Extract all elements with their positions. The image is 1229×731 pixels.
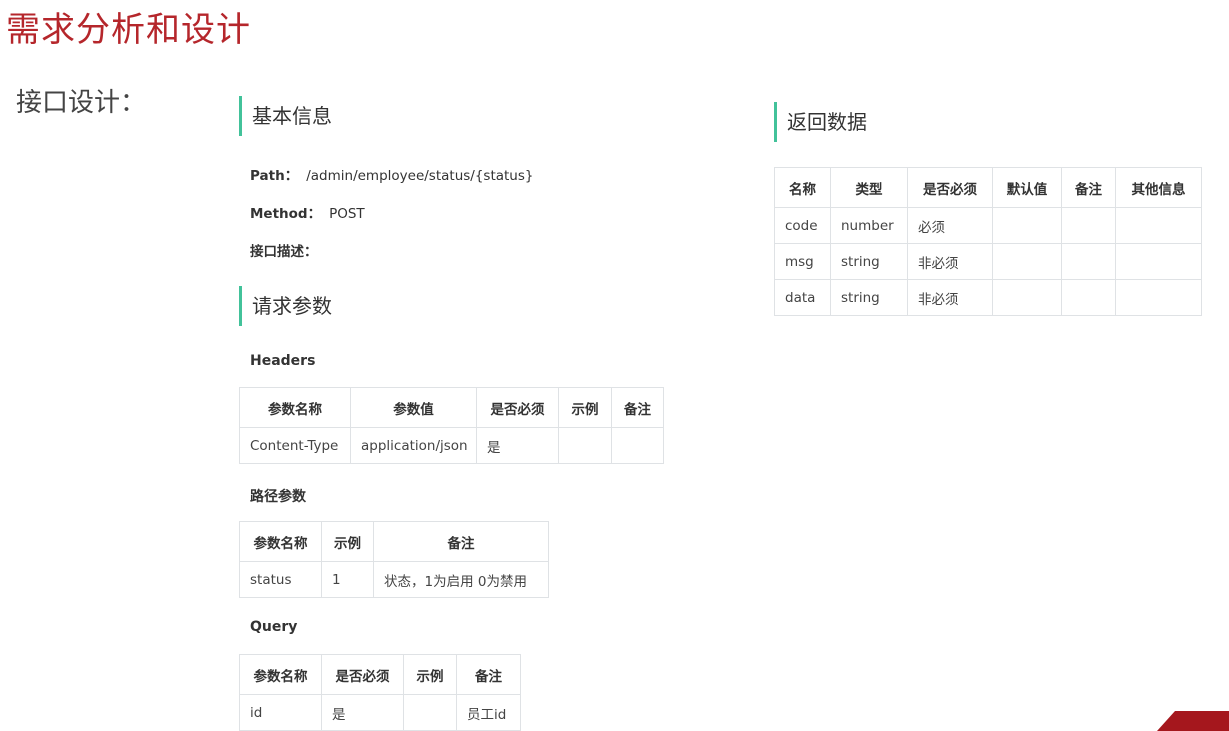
col-header: 默认值 <box>992 167 1062 208</box>
section-label: 接口设计： <box>16 88 147 118</box>
table-cell: msg <box>774 243 831 280</box>
col-header: 类型 <box>830 167 908 208</box>
table-cell: 状态，1为启用 0为禁用 <box>373 561 549 598</box>
path-line: Path： /admin/employee/status/{status} <box>250 164 534 184</box>
col-header: 参数名称 <box>239 521 322 562</box>
table-cell <box>558 427 612 464</box>
query-table: 参数名称 是否必须 示例 备注 id 是 员工id <box>239 654 521 731</box>
desc-line: 接口描述： <box>250 240 318 260</box>
path-label: Path： <box>250 168 299 184</box>
col-header: 示例 <box>558 387 612 428</box>
method-label: Method： <box>250 206 322 222</box>
method-line: Method： POST <box>250 202 365 222</box>
table-cell: number <box>830 207 908 244</box>
request-params-heading: 请求参数 <box>239 286 332 326</box>
table-cell: 必须 <box>907 207 993 244</box>
table-cell: code <box>774 207 831 244</box>
table-cell <box>1115 243 1202 280</box>
table-cell: string <box>830 279 908 316</box>
path-value: /admin/employee/status/{status} <box>306 168 534 184</box>
path-params-table: 参数名称 示例 备注 status 1 状态，1为启用 0为禁用 <box>239 521 549 598</box>
response-table: 名称 类型 是否必须 默认值 备注 其他信息 code number 必须 ms… <box>774 167 1202 316</box>
table-cell <box>992 207 1062 244</box>
col-header: 其他信息 <box>1115 167 1202 208</box>
col-header: 参数值 <box>350 387 477 428</box>
table-cell <box>992 279 1062 316</box>
table-cell <box>611 427 664 464</box>
headers-title: Headers <box>250 353 316 369</box>
table-row: id 是 员工id <box>239 694 521 731</box>
method-value: POST <box>329 206 365 222</box>
table-cell <box>1061 243 1116 280</box>
query-title: Query <box>250 619 298 635</box>
col-header: 备注 <box>456 654 521 695</box>
col-header: 示例 <box>321 521 374 562</box>
corner-brand-decoration <box>1157 711 1229 731</box>
table-cell <box>1115 279 1202 316</box>
table-row: Content-Type application/json 是 <box>239 427 664 464</box>
table-cell: 员工id <box>456 694 521 731</box>
table-cell: 1 <box>321 561 374 598</box>
table-row: code number 必须 <box>774 207 1202 244</box>
table-row: status 1 状态，1为启用 0为禁用 <box>239 561 549 598</box>
table-cell: 非必须 <box>907 279 993 316</box>
table-row: data string 非必须 <box>774 279 1202 316</box>
table-cell: data <box>774 279 831 316</box>
table-cell <box>992 243 1062 280</box>
table-cell: string <box>830 243 908 280</box>
table-cell <box>1061 279 1116 316</box>
basic-info-heading: 基本信息 <box>239 96 332 136</box>
col-header: 参数名称 <box>239 654 322 695</box>
table-cell <box>1061 207 1116 244</box>
table-cell: Content-Type <box>239 427 351 464</box>
table-row: msg string 非必须 <box>774 243 1202 280</box>
table-cell: 非必须 <box>907 243 993 280</box>
col-header: 是否必须 <box>907 167 993 208</box>
table-cell <box>403 694 457 731</box>
col-header: 示例 <box>403 654 457 695</box>
slide-title: 需求分析和设计 <box>6 10 251 50</box>
path-params-title: 路径参数 <box>250 489 306 505</box>
col-header: 名称 <box>774 167 831 208</box>
col-header: 参数名称 <box>239 387 351 428</box>
col-header: 是否必须 <box>476 387 559 428</box>
col-header: 是否必须 <box>321 654 404 695</box>
table-cell: id <box>239 694 322 731</box>
col-header: 备注 <box>1061 167 1116 208</box>
table-cell: status <box>239 561 322 598</box>
table-cell: 是 <box>321 694 404 731</box>
response-heading: 返回数据 <box>774 102 867 142</box>
table-cell <box>1115 207 1202 244</box>
table-cell: application/json <box>350 427 477 464</box>
col-header: 备注 <box>373 521 549 562</box>
headers-table: 参数名称 参数值 是否必须 示例 备注 Content-Type applica… <box>239 387 664 464</box>
col-header: 备注 <box>611 387 664 428</box>
desc-label: 接口描述： <box>250 244 318 260</box>
table-cell: 是 <box>476 427 559 464</box>
